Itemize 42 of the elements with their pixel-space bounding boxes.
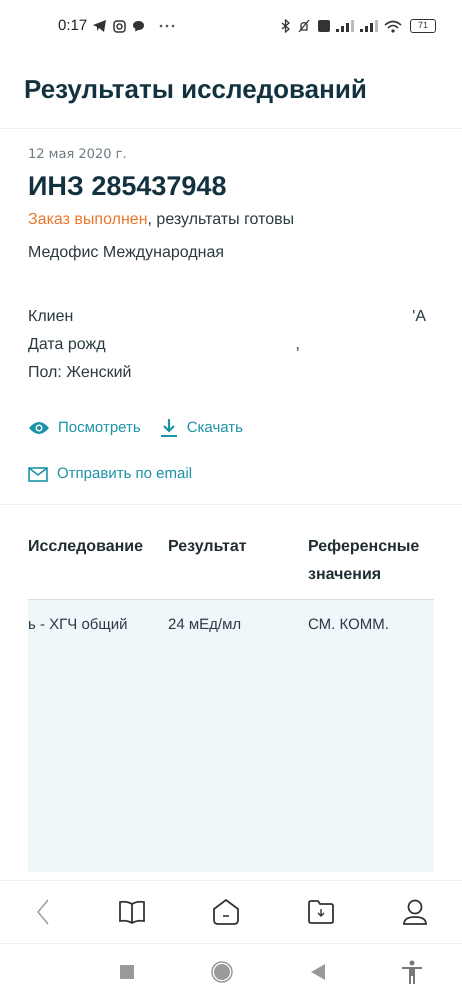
email-link[interactable]: Отправить по email (28, 463, 434, 486)
status-text: , результаты готовы (148, 210, 294, 228)
office-name: Медофис Международная (28, 242, 226, 262)
client-label: Клиен (28, 306, 74, 326)
page-title: Результаты исследований (24, 73, 368, 106)
bluetooth-icon (281, 19, 290, 33)
column-header: Результат (168, 536, 248, 556)
table-cell-text: 24 мЕд/мл (168, 614, 242, 634)
accessibility-icon[interactable] (402, 960, 422, 984)
folder-download-icon[interactable] (308, 900, 334, 924)
column-header: Референсные значения (308, 536, 420, 584)
birth-date-label: Дата рожд (28, 334, 106, 354)
more-icon (159, 24, 176, 28)
wifi-icon (384, 20, 402, 32)
battery-indicator: 71 (410, 19, 436, 33)
instagram-icon (113, 20, 126, 32)
muted-bell-icon (296, 19, 312, 33)
chat-icon (132, 20, 146, 32)
order-number: ИНЗ 285437948 (28, 170, 228, 202)
client-name: 'А (412, 306, 427, 326)
mail-icon (28, 466, 48, 482)
table-cell-text: СМ. КОММ. (308, 614, 390, 634)
back-icon[interactable] (36, 899, 50, 925)
home-icon[interactable] (213, 899, 239, 925)
table-cell-text: ь - ХГЧ общий (28, 614, 128, 634)
order-date: 12 мая 2020 г. (28, 146, 128, 164)
signal-icon (336, 20, 354, 32)
book-icon[interactable] (118, 900, 144, 924)
eye-icon (28, 420, 50, 435)
view-link[interactable]: Посмотреть (28, 416, 141, 439)
birth-date: , (296, 334, 300, 354)
status-time: 0:17 (58, 16, 88, 36)
signal-icon (360, 20, 378, 32)
home-button[interactable] (211, 961, 234, 983)
download-icon (158, 418, 179, 438)
order-status: Заказ выполнен (28, 210, 148, 228)
profile-icon[interactable] (402, 899, 428, 925)
telegram-icon (93, 20, 108, 32)
download-link[interactable]: Скачать (158, 416, 243, 439)
sex-label: Пол: Женский (28, 362, 132, 382)
back-button[interactable] (310, 964, 325, 980)
column-header: Исследование (28, 536, 144, 556)
